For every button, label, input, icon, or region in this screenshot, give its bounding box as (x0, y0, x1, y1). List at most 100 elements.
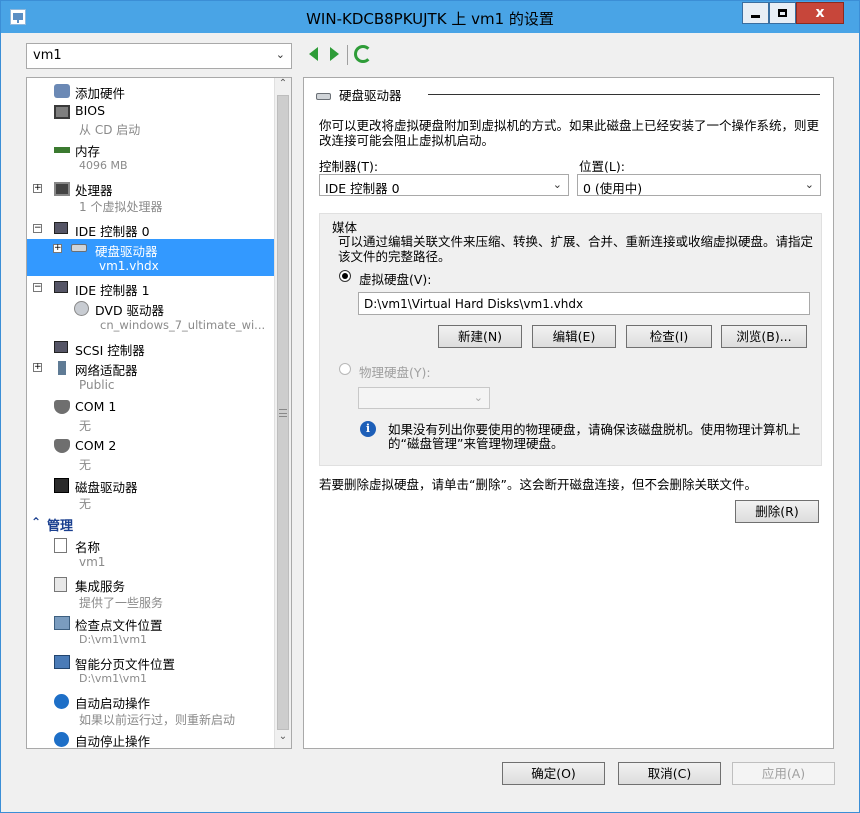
title-bar: WIN-KDCB8PKUJTK 上 vm1 的设置 x (1, 1, 859, 33)
management-header-label: 管理 (47, 519, 74, 534)
scroll-up-icon[interactable]: ⌃ (275, 78, 291, 95)
ok-button[interactable]: 确定(O) (502, 762, 605, 785)
tree-item-sublabel: 1 个虚拟处理器 (79, 200, 163, 214)
tree-item-sublabel: 如果以前运行过，则重新启动 (79, 713, 236, 727)
add-hardware-icon (54, 84, 70, 98)
memory-icon (54, 147, 70, 153)
integration-services-icon (54, 577, 67, 592)
tree-item-network-adapter[interactable]: + 网络适配器 Public (27, 359, 275, 395)
tree-item-scsi-controller[interactable]: SCSI 控制器 (27, 339, 275, 358)
back-arrow-icon[interactable] (309, 47, 318, 61)
management-section-header[interactable]: ⌃ 管理 (27, 514, 275, 534)
physical-disk-info-text: 如果没有列出你要使用的物理硬盘，请确保该磁盘脱机。使用物理计算机上的“磁盘管理”… (388, 422, 801, 451)
browse-button[interactable]: 浏览(B)... (721, 325, 807, 348)
inspect-button[interactable]: 检查(I) (626, 325, 712, 348)
hard-drive-icon (316, 93, 331, 100)
vhd-path-input[interactable]: D:\vm1\Virtual Hard Disks\vm1.vhdx (358, 292, 810, 315)
tree-item-sublabel: 无 (79, 458, 92, 472)
refresh-icon[interactable] (354, 45, 372, 63)
tree-item-memory[interactable]: 内存 4096 MB (27, 141, 275, 177)
tree-item-dvd-drive[interactable]: DVD 驱动器 cn_windows_7_ultimate_wi... (27, 299, 275, 335)
info-icon: i (360, 421, 376, 437)
collapse-icon[interactable]: − (33, 283, 42, 292)
vm-selector[interactable]: vm1 ⌄ (26, 43, 292, 69)
auto-start-icon (54, 694, 69, 709)
apply-button[interactable]: 应用(A) (732, 762, 835, 785)
tree-item-ide-controller-1[interactable]: − IDE 控制器 1 (27, 279, 275, 298)
tree-item-ide-controller-0[interactable]: − IDE 控制器 0 (27, 220, 275, 239)
auto-stop-icon (54, 732, 69, 747)
tree-item-label: 硬盘驱动器 (95, 244, 158, 259)
chevron-down-icon: ⌄ (275, 48, 285, 61)
tree-item-processor[interactable]: + 处理器 1 个虚拟处理器 (27, 180, 275, 216)
tree-item-sublabel: D:\vm1\vm1 (79, 672, 148, 685)
controller-label: 控制器(T): (319, 159, 379, 174)
expand-icon[interactable]: + (33, 363, 42, 372)
network-adapter-icon (58, 361, 66, 375)
tree-item-sublabel: vm1 (79, 555, 106, 569)
com-port-icon (54, 439, 70, 453)
heading-divider (428, 94, 820, 95)
tree-item-sublabel: 4096 MB (79, 159, 128, 172)
panel-description: 你可以更改将虚拟硬盘附加到虚拟机的方式。如果此磁盘上已经安装了一个操作系统，则更… (319, 118, 820, 148)
panel-heading-label: 硬盘驱动器 (339, 88, 402, 103)
tree-item-integration-services[interactable]: 集成服务 提供了一些服务 (27, 575, 275, 611)
physical-hard-disk-radio[interactable] (339, 363, 351, 375)
tree-item-com2[interactable]: COM 2 无 (27, 437, 275, 473)
tree-item-add-hardware[interactable]: 添加硬件 (27, 82, 275, 101)
scroll-down-icon[interactable]: ⌄ (275, 731, 291, 748)
location-select[interactable]: 0 (使用中) ⌄ (577, 174, 821, 196)
floppy-icon (54, 478, 69, 493)
tree-item-diskette-drive[interactable]: 磁盘驱动器 无 (27, 476, 275, 512)
physical-disk-select[interactable]: ⌄ (358, 387, 490, 409)
tree-item-label: BIOS (75, 103, 106, 118)
bios-icon (54, 105, 70, 119)
chevron-down-icon: ⌄ (473, 391, 483, 404)
ide-controller-icon (54, 281, 68, 293)
tree-item-checkpoint-location[interactable]: 检查点文件位置 D:\vm1\vm1 (27, 614, 275, 650)
edit-button[interactable]: 编辑(E) (532, 325, 616, 348)
tree-item-label: 内存 (75, 144, 101, 159)
tree-item-com1[interactable]: COM 1 无 (27, 398, 275, 434)
location-label: 位置(L): (579, 159, 625, 174)
smart-paging-icon (54, 655, 70, 669)
remove-description: 若要删除虚拟硬盘，请单击“删除”。这会断开磁盘连接，但不会删除关联文件。 (319, 477, 757, 492)
minimize-button[interactable] (742, 2, 769, 24)
tree-item-auto-start[interactable]: 自动启动操作 如果以前运行过，则重新启动 (27, 692, 275, 728)
tree-item-sublabel: 无 (79, 497, 92, 511)
tree-item-label: COM 2 (75, 438, 117, 453)
tree-content: 添加硬件 BIOS 从 CD 启动 内存 4096 MB + 处理器 1 个虚拟… (27, 78, 275, 748)
expand-icon[interactable]: + (53, 244, 62, 253)
tree-scrollbar[interactable]: ⌃ ⌄ (274, 78, 291, 748)
tree-item-hard-drive[interactable]: + 硬盘驱动器 vm1.vhdx (27, 239, 275, 276)
close-button[interactable]: x (796, 2, 844, 24)
forward-arrow-icon[interactable] (330, 47, 339, 61)
virtual-hard-disk-radio[interactable] (339, 270, 351, 282)
tree-item-bios[interactable]: BIOS 从 CD 启动 (27, 103, 275, 139)
expand-icon[interactable]: + (33, 184, 42, 193)
window-title: WIN-KDCB8PKUJTK 上 vm1 的设置 (306, 10, 554, 28)
media-description: 可以通过编辑关联文件来压缩、转换、扩展、合并、重新连接或收缩虚拟硬盘。请指定该文… (338, 234, 814, 264)
com-port-icon (54, 400, 70, 414)
tree-item-auto-stop[interactable]: 自动停止操作 (27, 730, 275, 748)
remove-button[interactable]: 删除(R) (735, 500, 819, 523)
processor-icon (54, 182, 70, 196)
toolbar-separator (347, 45, 348, 65)
controller-select[interactable]: IDE 控制器 0 ⌄ (319, 174, 569, 196)
tree-item-sublabel: vm1.vhdx (99, 259, 159, 273)
scsi-controller-icon (54, 341, 68, 353)
tree-item-label: 处理器 (75, 183, 113, 198)
tree-item-name[interactable]: 名称 vm1 (27, 536, 275, 572)
tree-item-label: IDE 控制器 0 (75, 224, 150, 239)
collapse-icon[interactable]: − (33, 224, 42, 233)
scroll-grip-icon (279, 409, 287, 417)
new-button[interactable]: 新建(N) (438, 325, 522, 348)
minimize-icon (751, 15, 760, 18)
tree-item-label: 名称 (75, 540, 101, 555)
hard-drive-icon (71, 244, 87, 252)
tree-item-label: 自动启动操作 (75, 696, 151, 711)
cancel-button[interactable]: 取消(C) (618, 762, 721, 785)
tree-item-smart-paging-location[interactable]: 智能分页文件位置 D:\vm1\vm1 (27, 653, 275, 689)
maximize-button[interactable] (769, 2, 796, 24)
tree-item-label: 磁盘驱动器 (75, 480, 138, 495)
